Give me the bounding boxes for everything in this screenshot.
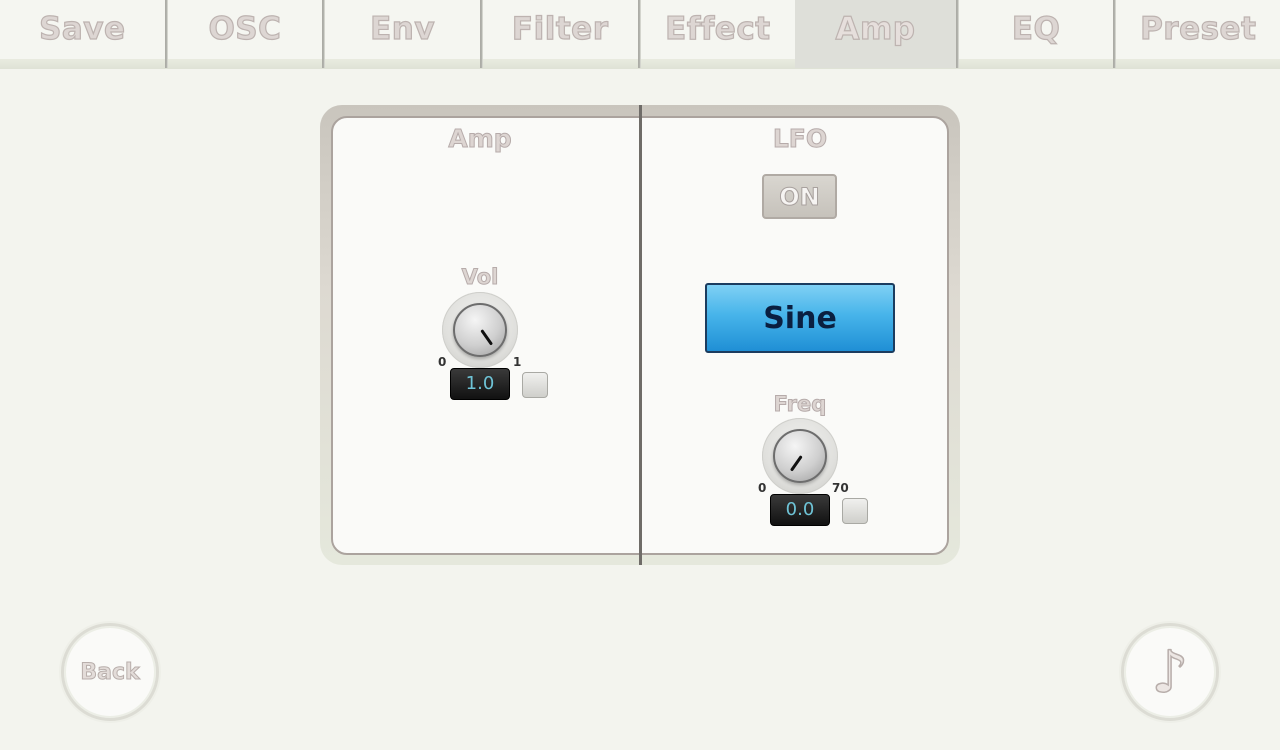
tab-divider xyxy=(637,0,641,68)
freq-knob-pointer xyxy=(789,455,803,472)
tab-eq[interactable]: EQ xyxy=(959,0,1114,58)
tab-osc[interactable]: OSC xyxy=(168,0,323,58)
tab-divider xyxy=(1113,0,1117,68)
panel-divider xyxy=(639,105,642,565)
vol-mod-checkbox[interactable] xyxy=(522,372,548,398)
amp-section-title: Amp xyxy=(448,124,512,154)
tab-env[interactable]: Env xyxy=(325,0,480,58)
freq-knob-cap xyxy=(773,429,827,483)
tab-divider xyxy=(322,0,326,68)
freq-knob[interactable] xyxy=(762,418,838,494)
freq-max-label: 70 xyxy=(832,481,849,495)
back-button[interactable]: Back xyxy=(61,623,159,721)
vol-value-display: 1.0 xyxy=(450,368,510,400)
music-note-icon: ♪ xyxy=(1151,638,1190,706)
freq-min-label: 0 xyxy=(758,481,767,495)
tab-bar: Save OSC Env Filter Effect Amp EQ Preset xyxy=(0,0,1280,69)
vol-max-label: 1 xyxy=(513,355,522,369)
vol-knob[interactable] xyxy=(442,292,518,368)
vol-knob-cap xyxy=(453,303,507,357)
freq-mod-checkbox[interactable] xyxy=(842,498,868,524)
tab-preset[interactable]: Preset xyxy=(1116,0,1280,58)
tab-filter[interactable]: Filter xyxy=(483,0,638,58)
tab-amp[interactable]: Amp xyxy=(795,0,956,68)
vol-knob-pointer xyxy=(480,329,494,346)
back-button-label: Back xyxy=(80,659,140,685)
tab-divider xyxy=(164,0,168,68)
vol-min-label: 0 xyxy=(438,355,447,369)
lfo-section-title: LFO xyxy=(772,124,828,154)
vol-knob-label: Vol xyxy=(461,265,499,290)
lfo-waveform-button[interactable]: Sine xyxy=(705,283,895,353)
tab-save[interactable]: Save xyxy=(0,0,165,58)
tab-divider xyxy=(479,0,483,68)
freq-value-display: 0.0 xyxy=(770,494,830,526)
tab-divider xyxy=(955,0,959,68)
lfo-on-toggle[interactable]: ON xyxy=(762,174,837,219)
freq-knob-label: Freq xyxy=(773,392,827,417)
tab-effect[interactable]: Effect xyxy=(641,0,796,58)
keyboard-button[interactable]: ♪ xyxy=(1121,623,1219,721)
